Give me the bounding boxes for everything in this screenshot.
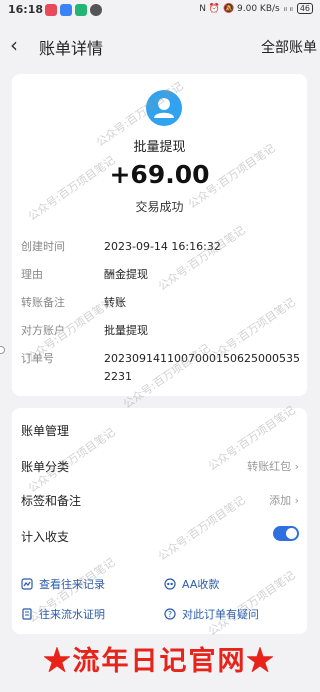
app-notification-icon — [60, 4, 72, 16]
record-icon — [21, 578, 33, 590]
tags-label: 标签和备注 — [21, 494, 82, 508]
history-link[interactable]: 查看往来记录 — [21, 576, 105, 592]
detail-key: 理由 — [21, 268, 43, 281]
detail-key: 对方账户 — [21, 324, 65, 337]
question-label: 对此订单有疑问 — [182, 608, 259, 621]
status-right-text: N ⏰ 🔕 9.00 KB/s — [199, 3, 280, 14]
nav-bar: ‹ 账单详情 全部账单 — [0, 26, 319, 64]
category-label: 账单分类 — [21, 460, 70, 474]
detail-value: 酬金提现 — [104, 268, 148, 281]
status-bar: 16:18 N ⏰ 🔕 9.00 KB/s ᵢₗ ᵢₗ 46 — [0, 0, 319, 22]
proof-label: 往来流水证明 — [39, 608, 105, 621]
svg-text:?: ? — [168, 610, 172, 619]
include-label: 计入收支 — [21, 530, 70, 544]
history-label: 查看往来记录 — [39, 578, 105, 591]
aa-link[interactable]: AA收款 — [164, 576, 219, 592]
category-row[interactable]: 账单分类 转账红包 › — [21, 458, 299, 475]
question-link[interactable]: ? 对此订单有疑问 — [164, 606, 259, 622]
document-icon — [22, 608, 32, 620]
detail-key: 转账备注 — [21, 296, 65, 309]
transaction-name: 批量提现 — [133, 140, 186, 155]
order-number[interactable]: 20230914110070001506250005352231 — [104, 350, 304, 386]
transaction-status: 交易成功 — [135, 200, 184, 214]
tags-value: 添加 › — [269, 494, 299, 507]
app-notification-icon — [90, 4, 102, 16]
avatar — [146, 90, 182, 126]
back-icon[interactable]: ‹ — [10, 33, 18, 57]
chevron-right-icon: › — [294, 494, 299, 507]
transaction-amount: +69.00 — [109, 160, 210, 189]
tags-row[interactable]: 标签和备注 添加 › — [21, 492, 299, 509]
page-title: 账单详情 — [39, 39, 104, 58]
section-title: 账单管理 — [21, 424, 70, 438]
detail-value: 2023-09-14 16:16:32 — [104, 240, 221, 253]
chevron-right-icon: › — [294, 460, 299, 473]
user-icon — [154, 98, 174, 118]
include-toggle[interactable] — [273, 526, 299, 541]
detail-key: 订单号 — [21, 352, 54, 365]
category-value: 转账红包 › — [247, 460, 299, 473]
toggle-knob — [286, 528, 297, 539]
detail-value: 批量提现 — [104, 324, 148, 337]
side-marker — [0, 346, 5, 354]
app-notification-icon — [75, 4, 87, 16]
bill-management-card: 账单管理 账单分类 转账红包 › 标签和备注 添加 › 计入收支 查看往来记录 … — [12, 408, 307, 634]
aa-label: AA收款 — [182, 578, 220, 591]
app-notification-icon — [45, 4, 57, 16]
detail-key: 创建时间 — [21, 240, 65, 253]
battery-icon: 46 — [296, 3, 313, 14]
question-icon: ? — [164, 608, 176, 620]
detail-value: 转账 — [104, 296, 126, 309]
status-app-icons — [45, 4, 102, 16]
signal-icon: ᵢₗ ᵢₗ — [283, 3, 293, 14]
status-time: 16:18 — [8, 3, 44, 16]
banner-text: ★流年日记官网★ — [43, 646, 276, 677]
proof-link[interactable]: 往来流水证明 — [21, 606, 105, 622]
transaction-card: 批量提现 +69.00 交易成功 创建时间 2023-09-14 16:16:3… — [12, 74, 307, 396]
status-indicators: N ⏰ 🔕 9.00 KB/s ᵢₗ ᵢₗ 46 — [199, 3, 313, 14]
include-row: 计入收支 — [21, 526, 299, 545]
all-bills-link[interactable]: 全部账单 — [261, 37, 317, 57]
aa-icon — [164, 578, 176, 590]
